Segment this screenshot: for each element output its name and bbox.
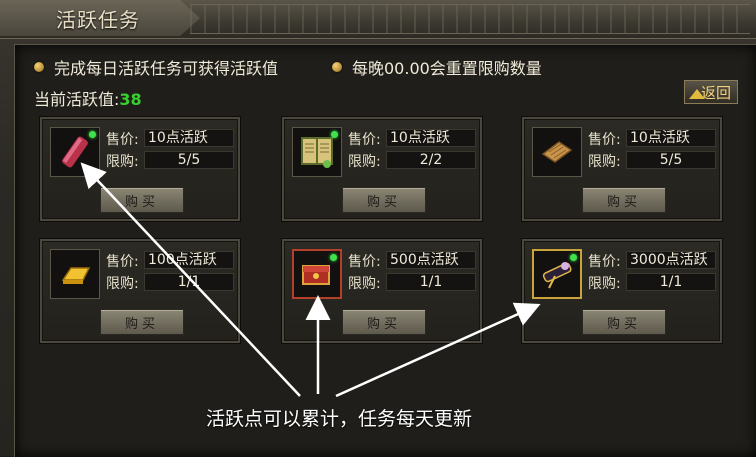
annotation-caption: 活跃点可以累计，任务每天更新 [206,408,473,430]
activity-task-window: 活跃任务 完成每日活跃任务可获得活跃值 每晚00.00会重置限购数量 当前活跃值… [0,0,756,457]
annotation-arrows [80,162,541,398]
